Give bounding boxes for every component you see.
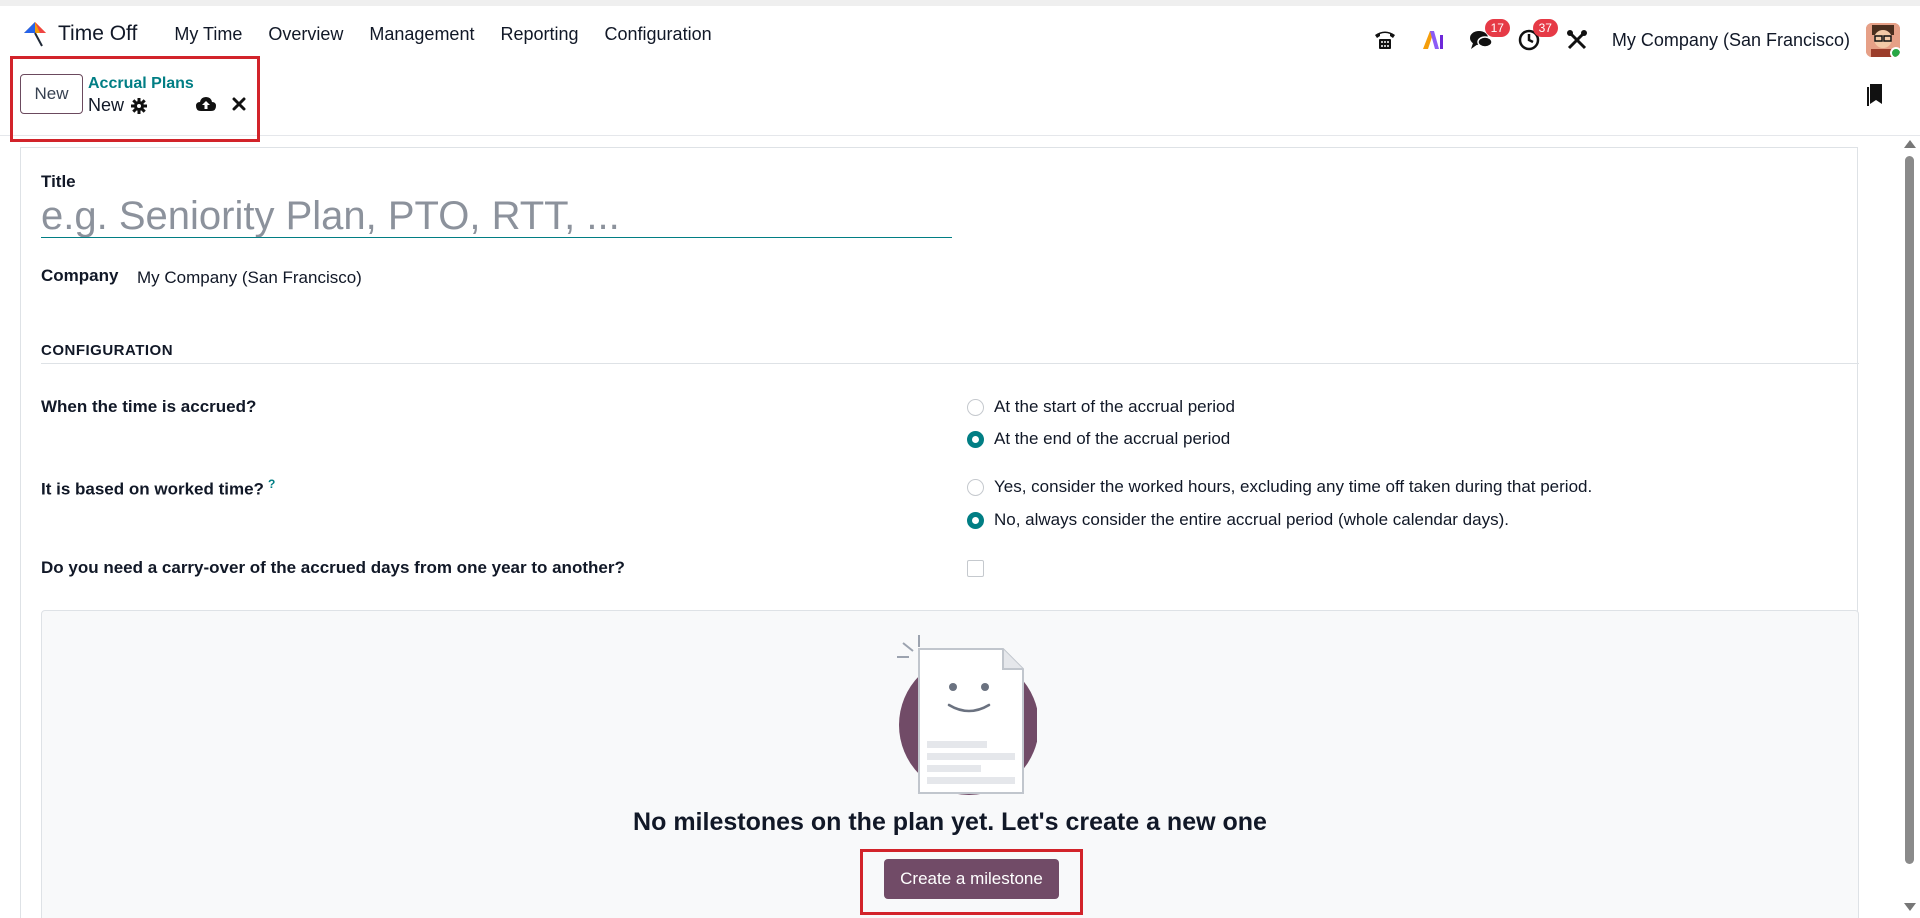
menu-management[interactable]: Management — [356, 24, 487, 45]
title-input[interactable] — [41, 196, 952, 238]
section-divider — [41, 363, 1859, 364]
company-label: Company — [41, 266, 119, 285]
empty-state-message: No milestones on the plan yet. Let's cre… — [633, 808, 1267, 836]
user-avatar[interactable] — [1866, 23, 1900, 57]
cloud-upload-icon[interactable] — [196, 96, 216, 112]
breadcrumb-accrual-plans[interactable]: Accrual Plans — [88, 75, 194, 93]
create-milestone-button[interactable]: Create a milestone — [884, 859, 1059, 899]
scroll-down-arrow[interactable] — [1904, 903, 1916, 911]
worked-hours-radio[interactable] — [967, 478, 984, 496]
carryover-label: Do you need a carry-over of the accrued … — [41, 558, 625, 577]
scroll-up-arrow[interactable] — [1904, 140, 1916, 148]
accrued-end-radio[interactable] — [967, 430, 984, 448]
gear-icon[interactable] — [131, 98, 147, 114]
empty-document-illustration — [897, 635, 1037, 795]
systray: 17 37 My Company (San Francisco) — [1372, 12, 1920, 68]
accrued-end-label: At the end of the accrual period — [994, 429, 1231, 448]
main-menu: My Time Overview Management Reporting Co… — [161, 24, 724, 45]
record-name: New — [88, 95, 125, 115]
menu-my-time[interactable]: My Time — [161, 24, 255, 45]
menu-overview[interactable]: Overview — [255, 24, 356, 45]
debug-tools-icon[interactable] — [1564, 27, 1590, 53]
whole-period-option[interactable]: No, always consider the entire accrual p… — [967, 510, 1509, 530]
messages-badge: 17 — [1484, 19, 1510, 37]
accrued-start-option[interactable]: At the start of the accrual period — [967, 397, 1235, 417]
accrued-end-option[interactable]: At the end of the accrual period — [967, 429, 1230, 449]
carryover-checkbox[interactable] — [967, 560, 984, 577]
worked-hours-option[interactable]: Yes, consider the worked hours, excludin… — [967, 477, 1592, 497]
worked-hours-label: Yes, consider the worked hours, excludin… — [994, 477, 1593, 496]
messages-icon[interactable]: 17 — [1468, 19, 1510, 53]
activities-badge: 37 — [1532, 19, 1558, 37]
time-off-app-icon — [24, 22, 46, 47]
app-brand[interactable]: Time Off — [20, 19, 137, 49]
knowledge-bookmark-icon[interactable] — [1866, 84, 1884, 106]
form-sheet: Title Company My Company (San Francisco)… — [20, 147, 1859, 918]
help-tooltip[interactable]: ? — [268, 477, 275, 491]
company-switcher[interactable]: My Company (San Francisco) — [1612, 30, 1850, 51]
new-button[interactable]: New — [20, 74, 83, 114]
ai-icon[interactable] — [1420, 27, 1446, 53]
phone-icon[interactable] — [1372, 27, 1398, 53]
accrued-start-radio[interactable] — [967, 398, 984, 416]
title-label: Title — [41, 172, 76, 191]
worked-time-label: It is based on worked time?? — [41, 477, 276, 499]
top-navbar: Time Off My Time Overview Management Rep… — [0, 0, 1920, 62]
menu-reporting[interactable]: Reporting — [487, 24, 591, 45]
menu-configuration[interactable]: Configuration — [592, 24, 725, 45]
company-value[interactable]: My Company (San Francisco) — [137, 268, 362, 288]
activities-icon[interactable]: 37 — [1516, 19, 1558, 53]
app-name: Time Off — [58, 22, 138, 45]
whole-period-label: No, always consider the entire accrual p… — [994, 510, 1509, 529]
close-icon[interactable] — [232, 97, 246, 111]
online-status-dot — [1890, 47, 1900, 57]
accrued-time-label: When the time is accrued? — [41, 397, 257, 416]
accrued-start-label: At the start of the accrual period — [994, 397, 1235, 416]
milestones-empty-state: No milestones on the plan yet. Let's cre… — [41, 610, 1859, 918]
configuration-section-title: CONFIGURATION — [41, 342, 174, 359]
control-panel: New Accrual Plans New — [0, 56, 1920, 142]
whole-period-radio[interactable] — [967, 511, 984, 529]
scrollbar-thumb[interactable] — [1905, 156, 1914, 864]
